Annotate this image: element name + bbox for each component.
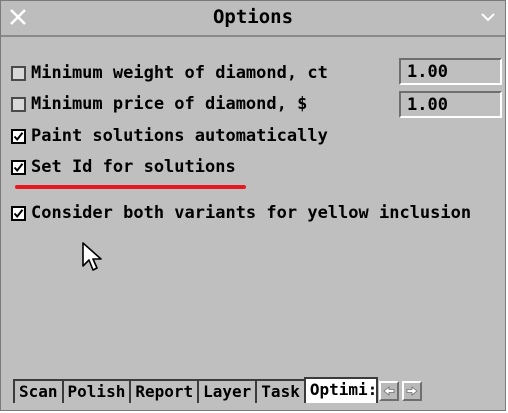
window-title: Options xyxy=(212,6,294,28)
option-min-price[interactable]: Minimum price of diamond, $ xyxy=(11,90,307,118)
title-bar[interactable]: Options xyxy=(1,1,505,37)
tab-scroll-left-button[interactable] xyxy=(378,381,399,401)
option-paint-solutions[interactable]: Paint solutions automatically xyxy=(11,122,328,150)
min-price-input[interactable]: 1.00 xyxy=(399,91,502,118)
chevron-down-icon xyxy=(481,13,495,22)
min-weight-checkbox[interactable] xyxy=(11,65,26,81)
tab-scroll-right-button[interactable] xyxy=(401,381,422,401)
tab-optimization[interactable]: Optimi: xyxy=(303,377,378,403)
option-min-weight[interactable]: Minimum weight of diamond, ct xyxy=(11,59,328,87)
paint-solutions-label: Paint solutions automatically xyxy=(31,126,328,146)
tab-task[interactable]: Task xyxy=(255,379,306,403)
options-window: Options Minimum weight of diamond, ct 1.… xyxy=(0,0,506,411)
option-yellow-inclusion[interactable]: Consider both variants for yellow inclus… xyxy=(11,199,471,227)
tab-report[interactable]: Report xyxy=(129,379,200,403)
arrow-right-icon xyxy=(406,386,418,396)
tab-scan[interactable]: Scan xyxy=(13,379,64,403)
min-weight-input[interactable]: 1.00 xyxy=(399,58,502,85)
tab-polish[interactable]: Polish xyxy=(61,379,132,403)
tab-layer[interactable]: Layer xyxy=(197,379,258,403)
tab-strip: Scan Polish Report Layer Task Optimi: xyxy=(13,375,508,403)
set-id-label: Set Id for solutions xyxy=(31,157,236,177)
min-weight-label: Minimum weight of diamond, ct xyxy=(31,63,328,83)
yellow-inclusion-checkbox[interactable] xyxy=(11,205,26,221)
yellow-inclusion-label: Consider both variants for yellow inclus… xyxy=(31,203,472,223)
checkmark-icon xyxy=(13,131,24,141)
window-menu-button[interactable] xyxy=(475,4,501,30)
min-price-label: Minimum price of diamond, $ xyxy=(31,94,308,114)
arrow-left-icon xyxy=(383,386,395,396)
paint-solutions-checkbox[interactable] xyxy=(11,128,26,144)
set-id-checkbox[interactable] xyxy=(11,159,26,175)
checkmark-icon xyxy=(13,162,24,172)
min-price-checkbox[interactable] xyxy=(11,96,26,112)
checkmark-icon xyxy=(13,208,24,218)
option-set-id[interactable]: Set Id for solutions xyxy=(11,153,236,181)
highlight-underline xyxy=(15,185,246,189)
mouse-pointer-icon xyxy=(82,242,102,271)
